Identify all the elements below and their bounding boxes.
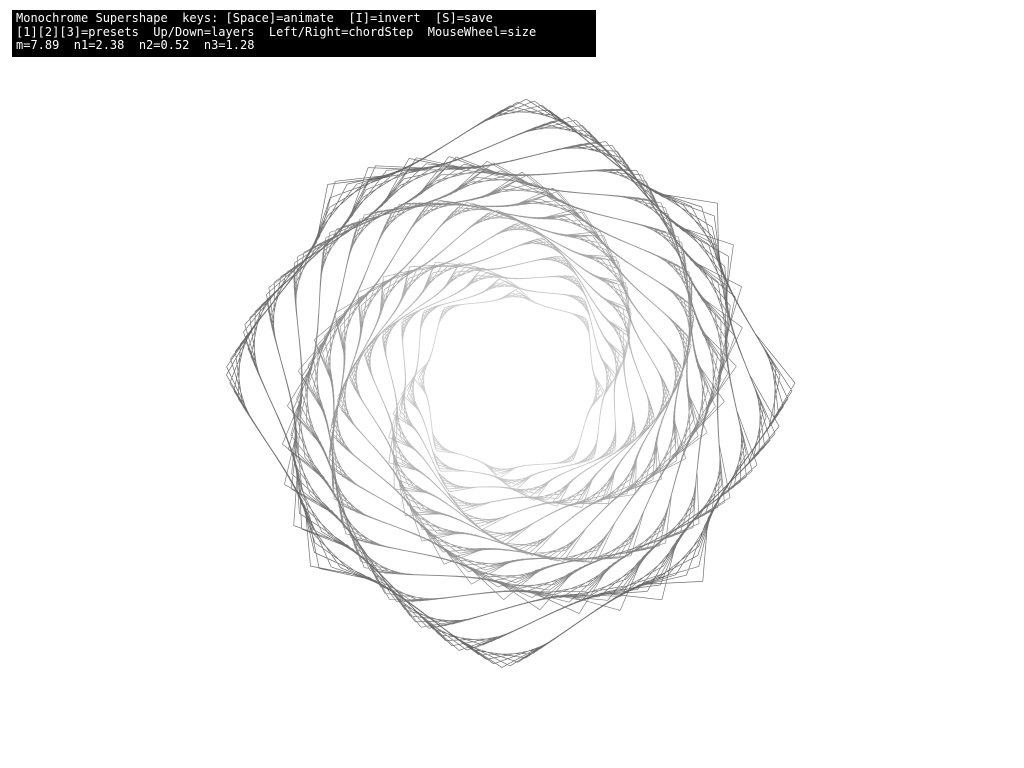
hud-parameters: m=7.89 n1=2.38 n2=0.52 n3=1.28	[16, 38, 255, 52]
supershape-canvas[interactable]	[0, 0, 1024, 768]
supershape-layer-13	[392, 267, 626, 501]
supershape-layer-1	[243, 116, 780, 651]
hud-overlay: Monochrome Supershape keys: [Space]=anim…	[12, 10, 596, 57]
hud-title-keys: Monochrome Supershape keys: [Space]=anim…	[16, 11, 493, 25]
supershape-layer-14	[401, 276, 617, 492]
render-stage[interactable]: Monochrome Supershape keys: [Space]=anim…	[0, 0, 1024, 768]
supershape-layer-15	[412, 288, 605, 479]
supershape-layer-6	[313, 187, 708, 585]
supershape-layer-8	[329, 202, 692, 562]
supershape-layer-7	[328, 199, 695, 565]
hud-controls: [1][2][3]=presets Up/Down=layers Left/Ri…	[16, 24, 537, 39]
